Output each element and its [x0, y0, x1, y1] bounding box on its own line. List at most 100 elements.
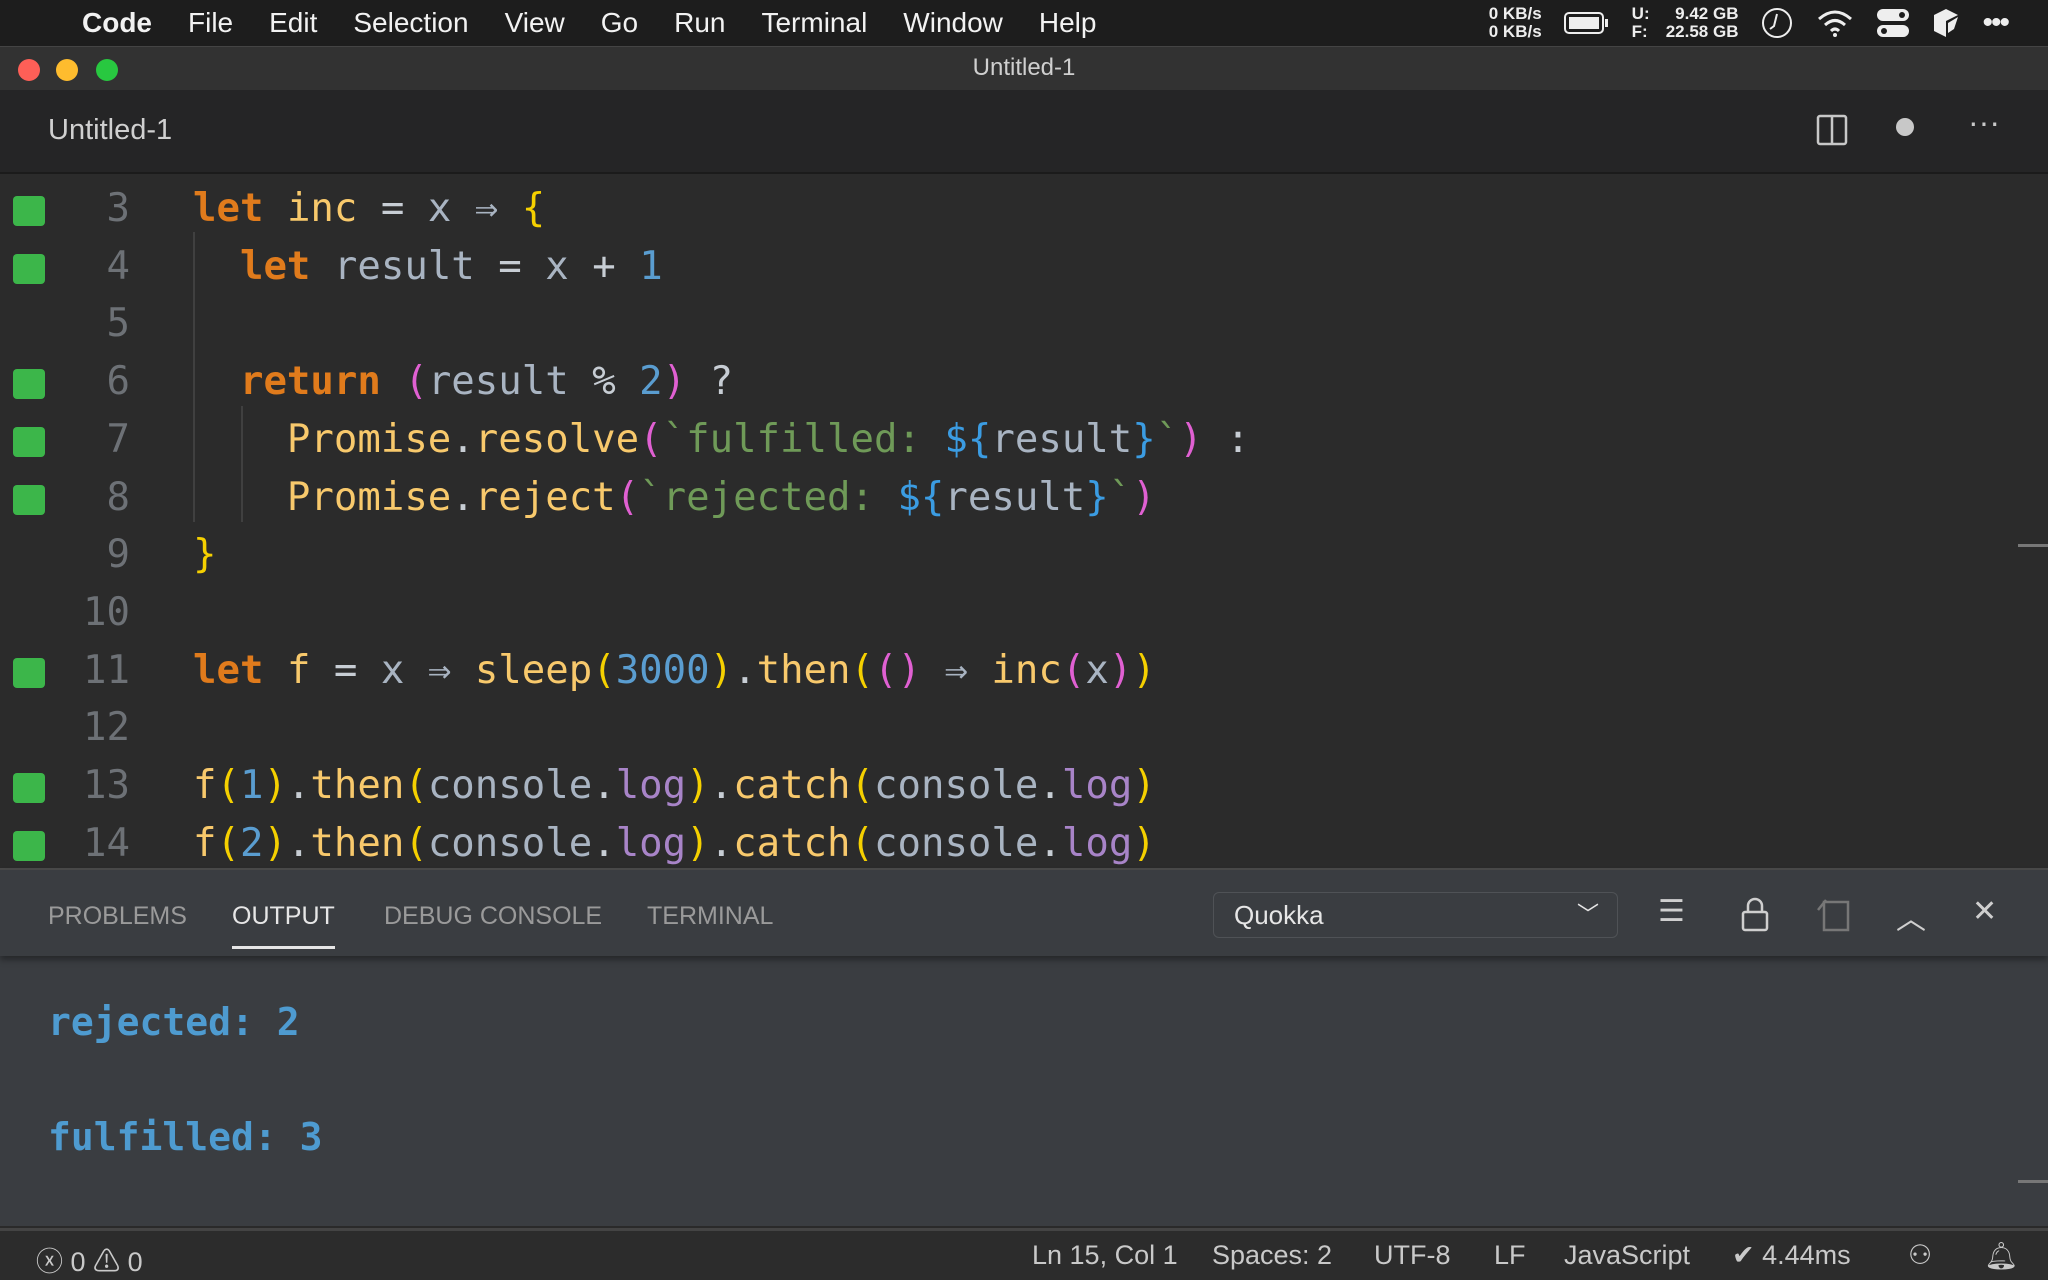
code-token: log	[615, 820, 687, 866]
code-line[interactable]: 14 f(2).then(console.log).catch(console.l…	[0, 815, 2048, 868]
code-token: .	[733, 647, 757, 693]
close-window-button[interactable]	[18, 59, 40, 81]
code-line[interactable]: 3 let inc = x ⇒ {	[0, 180, 2048, 238]
line-number: 10	[83, 589, 130, 635]
code-line[interactable]: 5	[0, 295, 2048, 353]
code-token: return	[239, 359, 381, 405]
close-panel-icon[interactable]: ✕	[1972, 894, 1997, 929]
quokka-coverage-marker	[13, 426, 45, 457]
code-line[interactable]: 7 Promise.resolve(`fulfilled: ${result}`…	[0, 411, 2048, 469]
language-mode[interactable]: JavaScript	[1564, 1240, 1690, 1271]
code-line[interactable]: 9}	[0, 526, 2048, 584]
code-token: }	[1132, 416, 1156, 462]
code-token: )	[1108, 647, 1133, 693]
more-icon[interactable]: •••	[1982, 6, 2009, 40]
code-token: )	[1132, 763, 1156, 808]
split-editor-icon[interactable]	[1816, 114, 1848, 146]
editor-tab-untitled[interactable]: Untitled-1	[48, 114, 172, 147]
code-token: (	[639, 416, 663, 462]
tab-debug-console[interactable]: DEBUG CONSOLE	[384, 902, 602, 931]
zoom-window-button[interactable]	[96, 59, 118, 81]
menu-run[interactable]: Run	[674, 7, 725, 39]
code-token: ⇒	[920, 647, 992, 693]
menu-go[interactable]: Go	[601, 7, 638, 39]
menu-view[interactable]: View	[505, 7, 565, 39]
menu-selection[interactable]: Selection	[353, 7, 468, 39]
panel-header: PROBLEMS OUTPUT DEBUG CONSOLE TERMINAL Q…	[0, 870, 2048, 956]
battery-icon[interactable]	[1563, 11, 1610, 35]
menu-window[interactable]: Window	[903, 7, 1003, 39]
indentation-status[interactable]: Spaces: 2	[1212, 1240, 1332, 1271]
code-token: (	[850, 763, 874, 808]
code-token: log	[1061, 763, 1133, 808]
error-count: 0	[70, 1247, 86, 1277]
code-token: =	[357, 186, 428, 231]
code-token: then	[310, 763, 405, 808]
code-token: Promise	[286, 416, 452, 462]
tab-problems[interactable]: PROBLEMS	[48, 902, 187, 931]
cursor-position[interactable]: Ln 15, Col 1	[1032, 1240, 1178, 1271]
code-text: Promise.resolve(`fulfilled: ${result}`) …	[193, 411, 1250, 469]
network-speed[interactable]: 0 KB/s 0 KB/s	[1489, 5, 1542, 41]
menu-edit[interactable]: Edit	[269, 7, 317, 39]
warning-icon: ⚠	[93, 1247, 121, 1277]
code-token: reject	[474, 474, 616, 520]
control-center-icon[interactable]	[1876, 8, 1910, 38]
output-channel-select[interactable]: Quokka ﹀	[1213, 892, 1618, 938]
code-token: (	[592, 647, 616, 693]
code-token: inc	[286, 186, 358, 231]
code-text: let result = x + 1	[193, 238, 663, 296]
upload-speed: 0 KB/s	[1488, 4, 1542, 23]
code-token: console	[427, 763, 593, 808]
code-token: then	[310, 820, 405, 866]
code-editor[interactable]: 3 let inc = x ⇒ {4 let result = x + 1 5 6 r…	[0, 174, 2048, 868]
problems-status[interactable]: ⓧ 0 ⚠ 0	[36, 1240, 143, 1279]
clear-output-icon[interactable]: ☰	[1658, 894, 1685, 929]
line-number: 5	[106, 301, 130, 347]
scrollbar-marker[interactable]	[2018, 544, 2048, 547]
code-line[interactable]: 13 f(1).then(console.log).catch(console.l…	[0, 757, 2048, 815]
code-line[interactable]: 8 Promise.reject(`rejected: ${result}`)	[0, 469, 2048, 527]
lock-scroll-icon[interactable]	[1740, 896, 1770, 932]
code-text: }	[193, 526, 216, 584]
menu-file[interactable]: File	[188, 7, 233, 39]
disk-free-label: F:	[1631, 22, 1648, 41]
code-token: (	[615, 474, 640, 520]
menu-help[interactable]: Help	[1039, 7, 1097, 39]
open-log-file-icon[interactable]	[1816, 896, 1852, 932]
maximize-panel-icon[interactable]: ︿	[1896, 894, 1926, 938]
disk-usage[interactable]: U: 9.42 GB F: 22.58 GB	[1632, 5, 1739, 41]
encoding-status[interactable]: UTF-8	[1374, 1240, 1451, 1271]
disk-free-value: 22.58 GB	[1665, 22, 1739, 41]
feedback-icon[interactable]: ⚇	[1908, 1240, 1932, 1271]
code-text: return (result % 2) ?	[193, 353, 733, 411]
eol-status[interactable]: LF	[1494, 1240, 1526, 1271]
code-token: `	[1108, 474, 1133, 520]
menu-app-code[interactable]: Code	[82, 7, 152, 39]
minimize-window-button[interactable]	[56, 59, 78, 81]
more-actions-icon[interactable]: ···	[1968, 104, 2000, 141]
code-line[interactable]: 11 let f = x ⇒ sleep(3000).then(() ⇒ inc(…	[0, 642, 2048, 700]
quokka-status[interactable]: ✔ 4.44ms	[1732, 1240, 1851, 1271]
warning-count: 0	[127, 1247, 143, 1277]
code-line[interactable]: 12	[0, 699, 2048, 757]
download-speed: 0 KB/s	[1488, 22, 1542, 41]
scrollbar-marker[interactable]	[2018, 1180, 2048, 1183]
code-line[interactable]: 6 return (result % 2) ?	[0, 353, 2048, 411]
notifications-bell-icon[interactable]: 🔔︎	[1984, 1240, 2018, 1272]
code-token: ⇒	[404, 647, 475, 693]
code-line[interactable]: 4 let result = x + 1	[0, 238, 2048, 296]
tab-terminal[interactable]: TERMINAL	[647, 902, 773, 931]
app-extension-icon[interactable]	[1932, 7, 1960, 39]
code-line[interactable]: 10	[0, 584, 2048, 642]
tab-output[interactable]: OUTPUT	[232, 902, 335, 949]
unsaved-dot-icon[interactable]	[1896, 118, 1914, 136]
code-token: 2	[239, 820, 264, 866]
code-token: )	[709, 647, 734, 693]
menu-terminal[interactable]: Terminal	[761, 7, 867, 39]
clock-icon[interactable]	[1760, 6, 1794, 40]
wifi-icon[interactable]	[1816, 8, 1854, 38]
